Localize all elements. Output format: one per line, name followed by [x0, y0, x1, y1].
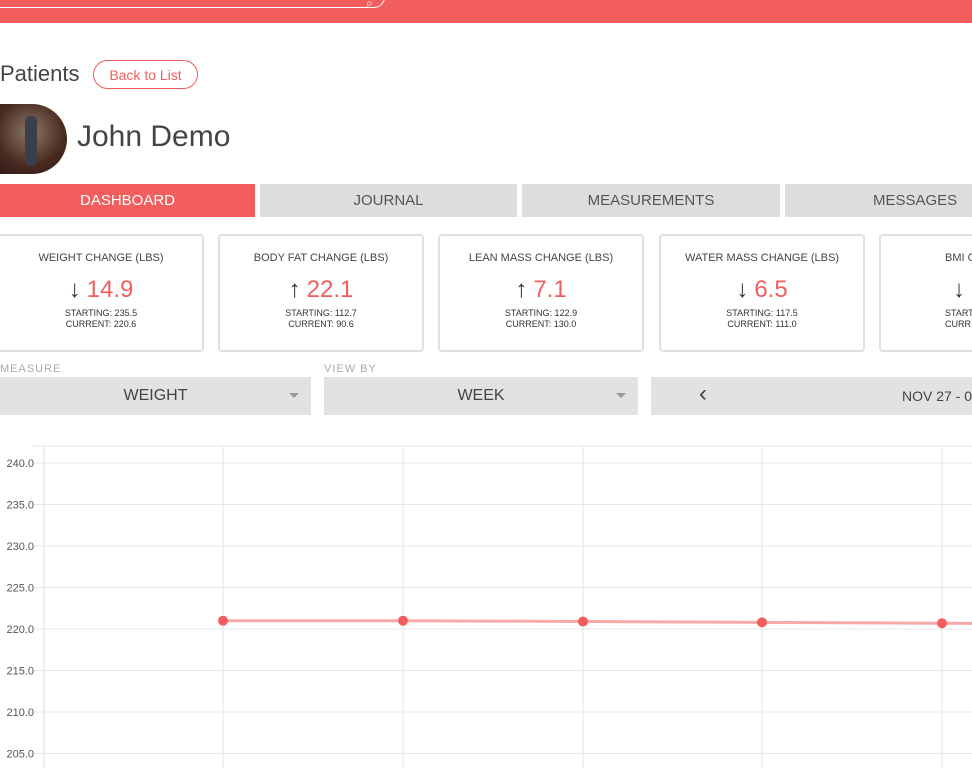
measure-select[interactable]: WEIGHT [0, 377, 311, 415]
viewby-value: WEEK [457, 387, 505, 404]
y-tick-label: 230.0 [6, 541, 34, 553]
stat-label: LEAN MASS CHANGE (LBS) [468, 252, 614, 264]
y-tick-label: 215.0 [6, 666, 34, 678]
data-point [578, 616, 588, 627]
viewby-select[interactable]: WEEK [324, 377, 638, 415]
stat-card: WEIGHT CHANGE (LBS) ↓ 14.9 STARTING: 235.… [0, 234, 204, 352]
stat-label: WATER MASS CHANGE (LBS) [684, 252, 840, 264]
dropdown-caret-icon [289, 393, 299, 398]
avatar [0, 104, 67, 174]
y-tick-label: 210.0 [6, 707, 34, 719]
measure-label: MEASURE [0, 363, 62, 375]
stat-current: CURRENT: 130.0 [505, 319, 577, 329]
stat-starting: START [945, 308, 972, 318]
page-title: Patients [0, 61, 80, 86]
stat-starting: STARTING: 122.9 [504, 308, 578, 318]
stat-current: CURR [945, 319, 971, 329]
weight-chart: 240.0 235.0 230.0 225.0 220.0 215.0 210.0 205.0 [6, 445, 972, 768]
stat-label: BODY FAT CHANGE (LBS) [253, 252, 389, 264]
stat-starting: STARTING: 235.5 [64, 308, 138, 318]
top-bar: ⌕ [0, 0, 972, 23]
y-tick-label: 220.0 [6, 624, 34, 636]
y-tick-label: 235.0 [6, 500, 34, 512]
stat-current: CURRENT: 90.6 [288, 319, 354, 329]
stat-value: 14.9 [86, 276, 134, 303]
measure-value: WEIGHT [123, 387, 188, 404]
trend-arrow-icon: ↓ [68, 276, 81, 303]
stat-current: CURRENT: 220.6 [65, 319, 137, 329]
patient-name: John Demo [77, 120, 231, 153]
stat-value: 22.1 [306, 276, 354, 303]
tab-journal[interactable]: JOURNAL [260, 184, 517, 217]
y-tick-label: 225.0 [6, 583, 34, 595]
stat-value: 6.5 [754, 276, 788, 303]
y-tick-label: 205.0 [6, 749, 34, 761]
trend-arrow-icon: ↑ [288, 276, 301, 303]
viewby-label: VIEW BY [324, 363, 377, 375]
search-icon[interactable]: ⌕ [366, 0, 380, 10]
stat-label: WEIGHT CHANGE (LBS) [38, 252, 164, 264]
stat-value: 7.1 [533, 276, 567, 303]
stat-card: WATER MASS CHANGE (LBS) ↓ 6.5 STARTING: 1… [659, 234, 865, 352]
tab-measurements[interactable]: MEASUREMENTS [522, 184, 780, 217]
search-input[interactable] [0, 0, 385, 8]
y-tick-label: 240.0 [6, 458, 34, 470]
date-range: NOV 27 - 03 [902, 388, 972, 404]
stat-label: BMI C [945, 252, 972, 264]
stat-starting: STARTING: 117.5 [726, 308, 798, 318]
stat-card: BMI C ↓ START CURR [879, 234, 972, 352]
tab-dashboard[interactable]: DASHBOARD [0, 184, 255, 217]
stat-card: BODY FAT CHANGE (LBS) ↑ 22.1 STARTING: 11… [218, 234, 424, 352]
series-line [223, 619, 972, 625]
data-point [937, 618, 947, 629]
trend-arrow-icon: ↓ [953, 276, 965, 303]
tab-messages[interactable]: MESSAGES [785, 184, 972, 217]
date-navigator: ‹ NOV 27 - 03 [651, 377, 972, 415]
trend-arrow-icon: ↑ [515, 276, 528, 303]
back-to-list-button[interactable]: Back to List [93, 60, 198, 89]
data-point [218, 615, 228, 626]
stat-current: CURRENT: 111.0 [727, 319, 797, 329]
stat-starting: STARTING: 112.7 [285, 308, 357, 318]
data-point [398, 615, 408, 626]
stat-card: LEAN MASS CHANGE (LBS) ↑ 7.1 STARTING: 12… [438, 234, 644, 352]
trend-arrow-icon: ↓ [736, 276, 749, 303]
chevron-left-icon[interactable]: ‹ [699, 380, 707, 408]
data-point [757, 617, 767, 628]
dropdown-caret-icon [616, 393, 626, 398]
